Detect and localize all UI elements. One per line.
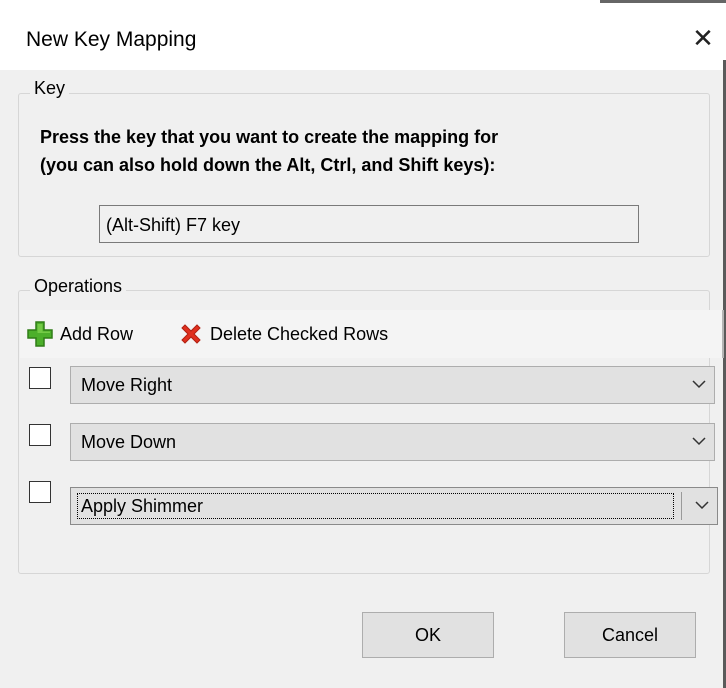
operation-select-1[interactable]: Move Right bbox=[70, 366, 715, 404]
ok-button-label: OK bbox=[414, 624, 441, 645]
title-bar: New Key Mapping ✕ bbox=[0, 0, 726, 70]
key-instruction: Press the key that you want to create th… bbox=[40, 123, 498, 179]
close-button[interactable]: ✕ bbox=[680, 16, 726, 60]
chevron-down-icon bbox=[692, 380, 706, 389]
key-instruction-line2: (you can also hold down the Alt, Ctrl, a… bbox=[40, 155, 496, 175]
chevron-down-icon bbox=[692, 437, 706, 446]
close-icon: ✕ bbox=[692, 22, 714, 53]
new-key-mapping-dialog: New Key Mapping ✕ Key Press the key that… bbox=[0, 0, 726, 688]
chevron-down-icon bbox=[695, 501, 709, 510]
add-row-label: Add Row bbox=[60, 323, 134, 344]
add-row-button[interactable]: Add Row bbox=[26, 320, 133, 348]
operations-group-legend: Operations bbox=[30, 276, 127, 297]
operation-select-2-value: Move Down bbox=[81, 432, 177, 452]
operation-select-1-value: Move Right bbox=[81, 375, 173, 395]
row-checkbox-2[interactable] bbox=[29, 424, 51, 446]
operation-select-3-value: Apply Shimmer bbox=[81, 496, 204, 516]
row-checkbox-3[interactable] bbox=[29, 481, 51, 503]
delete-checked-rows-button[interactable]: Delete Checked Rows bbox=[178, 320, 388, 348]
key-capture-field[interactable]: (Alt-Shift) F7 key bbox=[99, 205, 639, 243]
cancel-button[interactable]: Cancel bbox=[564, 612, 696, 658]
green-plus-icon bbox=[27, 321, 53, 347]
row-checkbox-1[interactable] bbox=[29, 367, 51, 389]
red-x-icon bbox=[181, 324, 201, 344]
combo-separator bbox=[681, 492, 682, 520]
cancel-button-label: Cancel bbox=[601, 624, 659, 645]
key-group-legend: Key bbox=[30, 78, 70, 99]
delete-checked-rows-label: Delete Checked Rows bbox=[210, 323, 389, 344]
operation-select-2[interactable]: Move Down bbox=[70, 423, 715, 461]
operations-toolbar: Add Row Delete Checked Rows bbox=[20, 310, 724, 358]
ok-button[interactable]: OK bbox=[362, 612, 494, 658]
background-window-edge bbox=[600, 0, 726, 3]
dialog-title: New Key Mapping bbox=[26, 28, 197, 51]
operation-select-3[interactable]: Apply Shimmer bbox=[70, 487, 718, 525]
key-instruction-line1: Press the key that you want to create th… bbox=[40, 127, 499, 147]
